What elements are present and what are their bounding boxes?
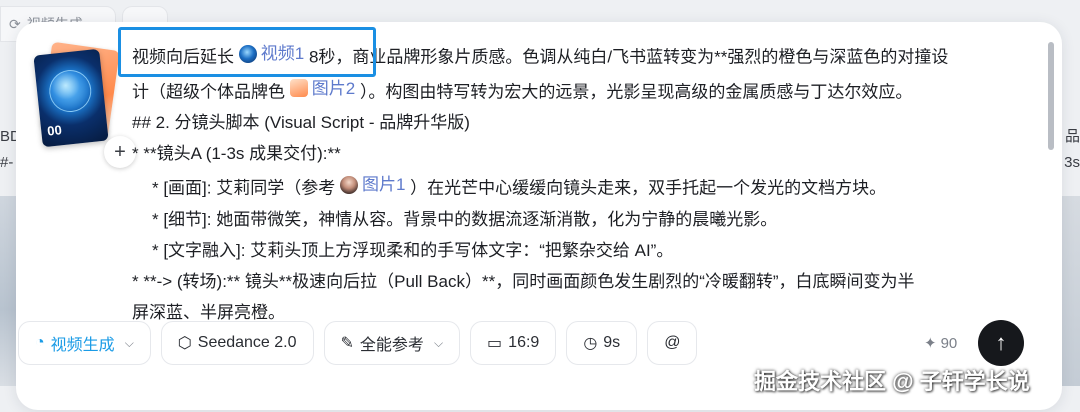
background-left-thumbnail (0, 196, 16, 386)
brand-image-icon (289, 79, 308, 97)
mode-select-button[interactable]: ◔ 视频生成 ⌵ (18, 321, 151, 365)
background-left-text: BD #- (0, 128, 21, 171)
prompt-line: * **-> (转场):** 镜头**极速向后拉（Pull Back）**，同时… (132, 271, 915, 291)
prompt-line: * [细节]: 她面带微笑，神情从容。背景中的数据流逐渐消散，化为宁静的晨曦光影… (152, 209, 778, 229)
chevron-down-icon: ⌵ (433, 335, 444, 350)
prompt-line: 视频向后延长 视频1 8秒，商业品牌形象片质感。色调从纯白/飞书蓝转变为**强烈… (132, 38, 1044, 73)
duration-button[interactable]: ◷ 9s (566, 321, 638, 365)
background-right-text: 品 3s (1064, 128, 1080, 171)
prompt-text-area[interactable]: 视频向后延长 视频1 8秒，商业品牌形象片质感。色调从纯白/飞书蓝转变为**强烈… (132, 38, 1044, 328)
attachment-thumbnails[interactable]: 00 + (33, 41, 138, 168)
mention-button[interactable]: @ (647, 321, 698, 365)
prompt-line: 计（超级个体品牌色 图片2 ）。构图由特写转为宏大的远景，光影呈现高级的金属质感… (132, 73, 1044, 108)
clock-icon: ◷ (583, 335, 598, 352)
video-reference-icon (238, 44, 257, 63)
plus-icon: + (114, 140, 126, 163)
vertical-scrollbar[interactable] (1048, 42, 1054, 150)
prompt-line: * [文字融入]: 艾莉头顶上方浮现柔和的手写体文字：“把繁杂交给 AI”。 (152, 240, 674, 260)
at-icon: @ (664, 334, 681, 351)
sparkle-icon: ✦ (924, 335, 937, 352)
reference-mode-button[interactable]: ✎ 全能参考 ⌵ (323, 321, 461, 365)
chevron-down-icon: ⌵ (124, 335, 134, 350)
reference-image-1[interactable]: 图片1 (339, 169, 405, 200)
prompt-line: ## 2. 分镜头脚本 (Visual Script - 品牌升华版) (132, 113, 470, 132)
model-select-button[interactable]: ⬡ Seedance 2.0 (160, 321, 314, 365)
globe-icon (47, 67, 94, 115)
prompt-line: * [画面]: 艾莉同学（参考 图片1 ）在光芒中心缓缓向镜头走来，双手托起一个… (132, 169, 1044, 204)
aspect-ratio-button[interactable]: ▭ 16:9 (470, 321, 557, 365)
prompt-line: * **镜头A (1-3s 成果交付):** (132, 144, 341, 163)
attachment-thumbnail-video: 00 (33, 48, 109, 148)
credits-indicator: ✦ 90 (924, 334, 958, 353)
magic-wand-icon: ✎ (340, 335, 354, 352)
aspect-ratio-icon: ▭ (487, 335, 503, 352)
send-button[interactable]: ↑ (978, 320, 1024, 366)
watermark-text: 掘金技术社区 @ 子轩学长说 (754, 369, 1030, 394)
thumbnail-caption: 00 (46, 122, 63, 139)
refresh-icon: ⟳ (9, 15, 21, 32)
background-right-thumbnail (1060, 196, 1080, 386)
composer-toolbar: ◔ 视频生成 ⌵ ⬡ Seedance 2.0 ✎ 全能参考 ⌵ ▭ 16:9 … (18, 320, 698, 366)
reference-image-2[interactable]: 图片2 (289, 73, 355, 104)
video-generate-icon: ◔ (35, 334, 45, 351)
cube-icon: ⬡ (177, 335, 192, 352)
arrow-up-icon: ↑ (995, 330, 1007, 355)
person-image-icon (339, 175, 358, 194)
reference-video-1[interactable]: 视频1 (238, 38, 304, 69)
